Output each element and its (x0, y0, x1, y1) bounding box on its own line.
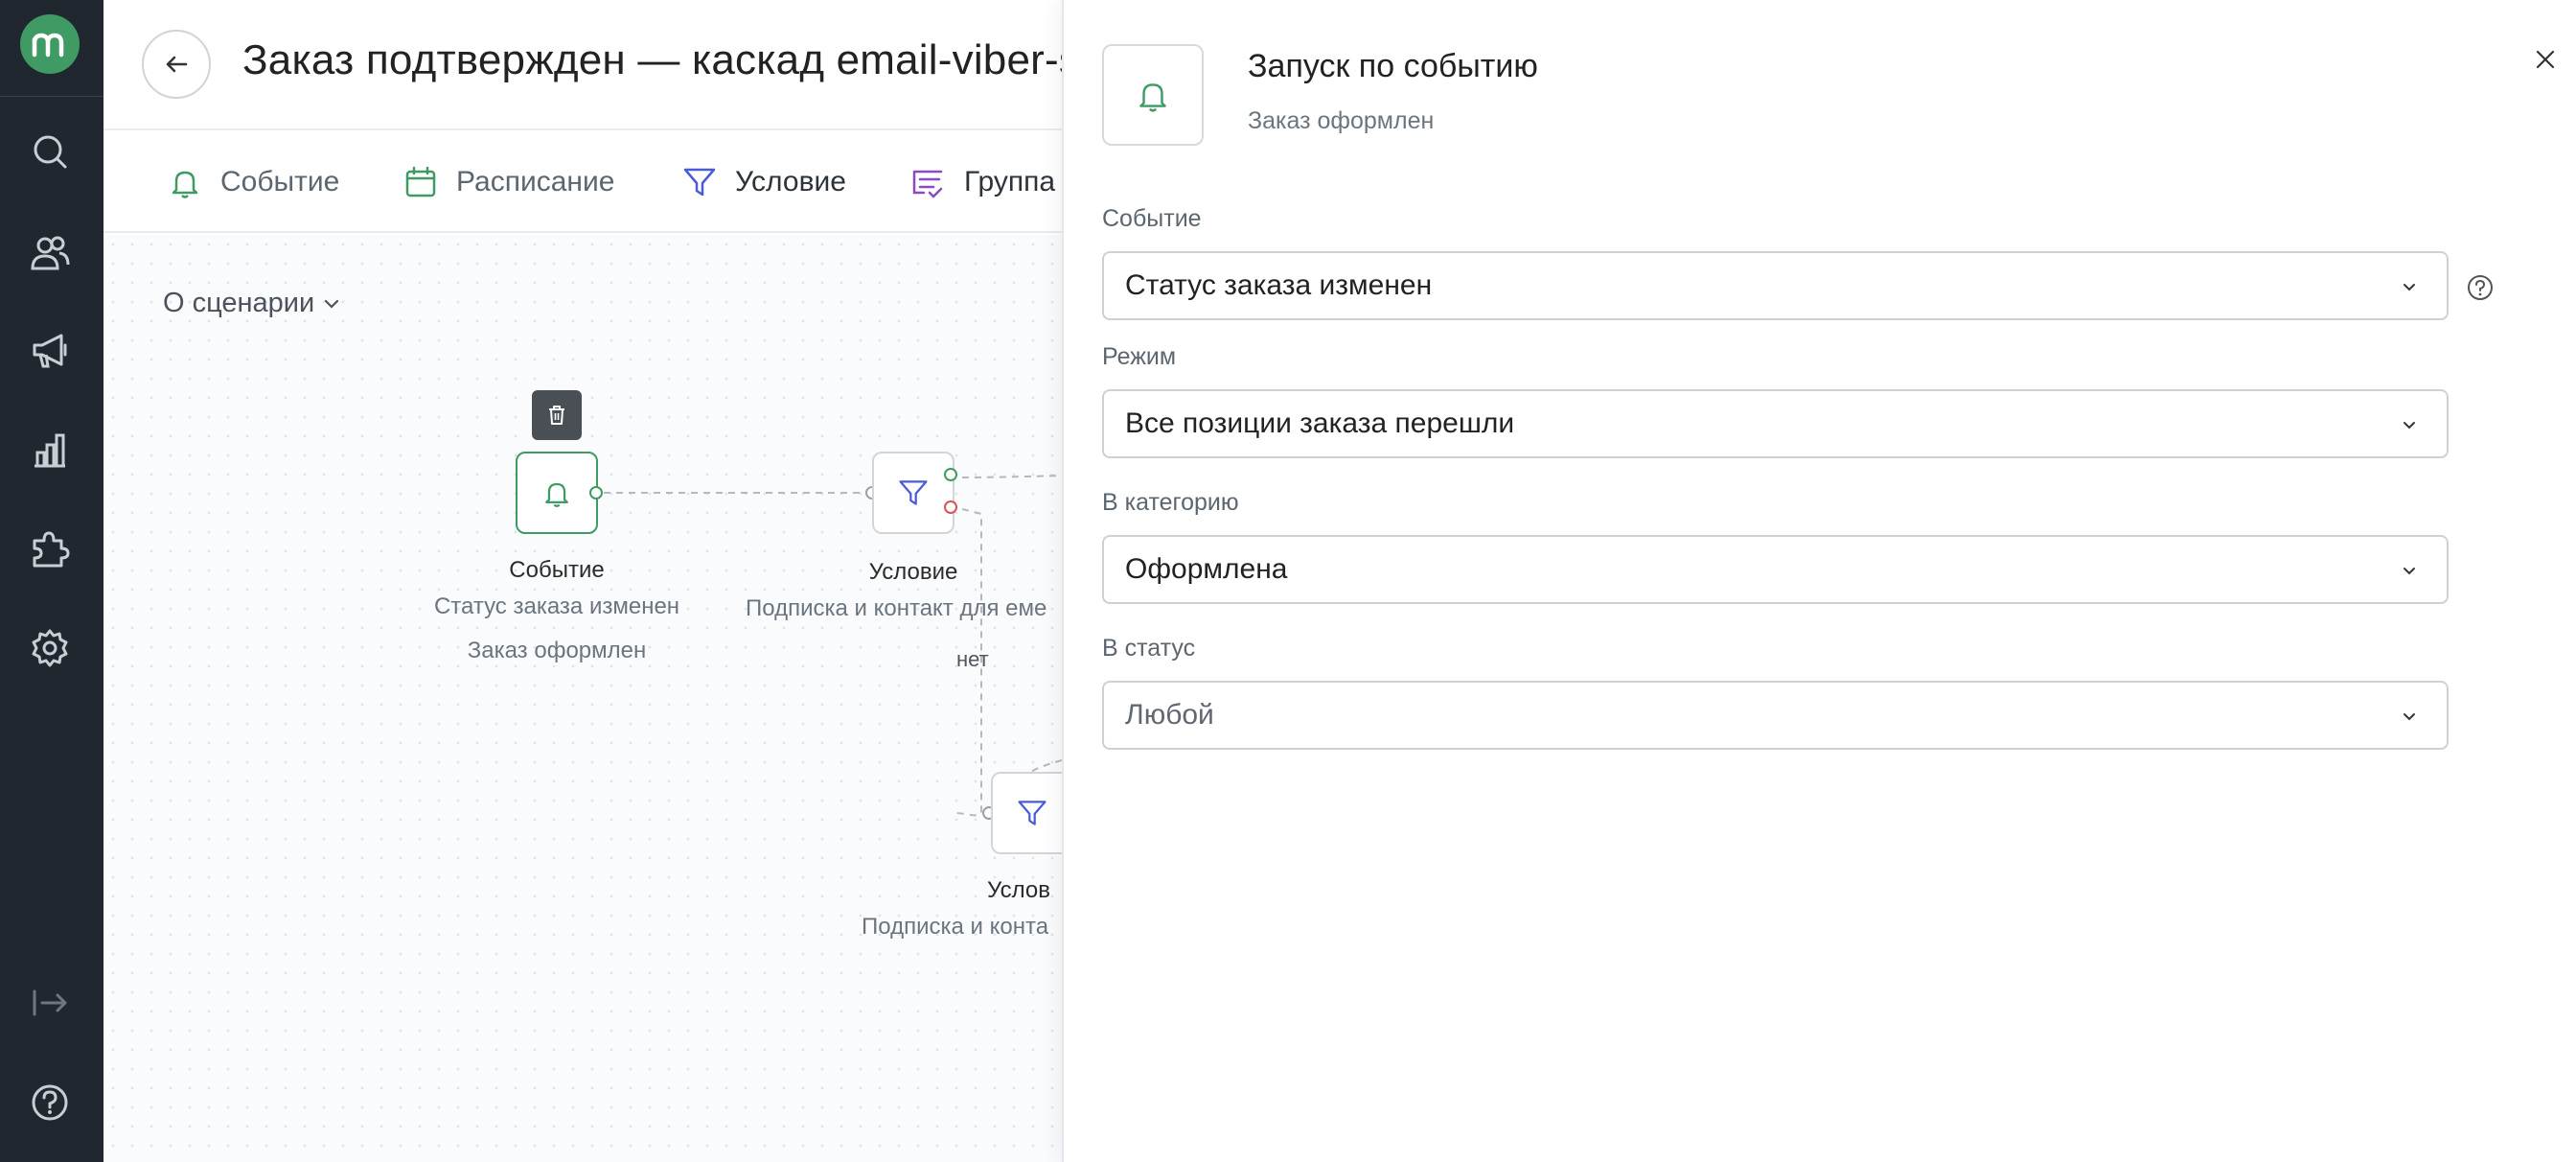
search-icon[interactable] (27, 128, 73, 174)
mode-field-label: Режим (1102, 343, 1177, 370)
settings-gear-icon[interactable] (27, 625, 73, 671)
chevron-down-icon (2404, 284, 2415, 291)
node-toolbar: Событие Расписание Условие Группа (104, 131, 1062, 233)
users-icon[interactable] (27, 230, 73, 276)
mode-select[interactable]: Все позиции заказа перешли (1102, 389, 2449, 458)
logo-icon[interactable] (20, 14, 80, 74)
condition-node-subtitle: Подписка и конта (862, 914, 1049, 940)
condition-node-subtitle: Подписка и контакт для еме (746, 595, 1047, 621)
node-connections (604, 475, 1062, 817)
filter-icon (1018, 801, 1046, 825)
output-port[interactable] (589, 486, 603, 500)
close-icon (2536, 50, 2555, 69)
event-field-label: Событие (1102, 205, 1202, 232)
mode-select-value: Все позиции заказа перешли (1125, 407, 1515, 439)
yes-port[interactable] (944, 468, 957, 481)
delete-node-button[interactable] (532, 390, 582, 440)
analytics-icon[interactable] (27, 428, 73, 474)
collapse-arrow-icon[interactable] (27, 980, 73, 1026)
chevron-down-icon (2404, 713, 2415, 721)
scenario-header: Заказ подтвержден — каскад email-viber-s (104, 0, 1080, 130)
toolbar-item-label: Условие (735, 166, 846, 198)
condition-node-label: Услов (987, 877, 1051, 903)
drawer-title: Запуск по событию (1248, 48, 1538, 84)
trash-icon (549, 406, 564, 425)
calendar-icon (405, 166, 436, 198)
toolbar-item-label: Группа (964, 166, 1056, 198)
toolbar-item-label: Событие (220, 166, 340, 198)
toolbar-item-condition[interactable]: Условие (681, 160, 846, 204)
event-node[interactable] (516, 452, 598, 534)
drawer-subtitle: Заказ оформлен (1248, 107, 1435, 134)
event-select-value: Статус заказа изменен (1125, 269, 1433, 301)
megaphone-icon[interactable] (27, 328, 73, 374)
help-icon[interactable] (27, 1080, 73, 1126)
category-select-value: Оформлена (1125, 553, 1288, 585)
condition-node[interactable] (872, 452, 954, 534)
back-button[interactable] (142, 30, 211, 99)
condition-node[interactable] (991, 772, 1062, 854)
chevron-down-icon (2404, 568, 2415, 575)
left-nav-rail (0, 0, 104, 1162)
toolbar-item-schedule[interactable]: Расписание (402, 160, 614, 204)
close-drawer-button[interactable] (2528, 42, 2563, 77)
chevron-down-icon (2404, 422, 2415, 430)
bell-icon (1139, 83, 1166, 112)
bell-icon (545, 482, 568, 507)
page-title: Заказ подтвержден — каскад email-viber-s (242, 36, 1081, 83)
filter-icon (683, 168, 716, 197)
event-node-label: Событие (509, 557, 605, 583)
event-select[interactable]: Статус заказа изменен (1102, 251, 2449, 320)
node-settings-drawer: Запуск по событию Заказ оформлен Событие… (1062, 0, 2576, 1162)
event-node-subtitle: Заказ оформлен (467, 638, 647, 663)
category-select[interactable]: Оформлена (1102, 535, 2449, 604)
status-select-value: Любой (1125, 699, 1214, 731)
toolbar-item-group[interactable]: Группа (910, 160, 1055, 204)
status-field-label: В статус (1102, 635, 1196, 662)
status-select[interactable]: Любой (1102, 681, 2449, 750)
drawer-node-icon (1102, 44, 1204, 146)
puzzle-icon[interactable] (27, 525, 73, 571)
scenario-canvas[interactable]: О сценарии нет Событие Статус заказа изм… (104, 235, 1062, 1162)
toolbar-item-label: Расписание (456, 166, 615, 198)
condition-node-label: Условие (868, 559, 958, 585)
event-node-subtitle: Статус заказа изменен (433, 593, 680, 619)
category-field-label: В категорию (1102, 489, 1239, 516)
help-circle-icon[interactable] (2465, 272, 2496, 303)
bell-icon (172, 171, 198, 198)
no-port[interactable] (944, 500, 957, 514)
toolbar-item-event[interactable]: Событие (167, 160, 339, 204)
arrow-left-icon (166, 56, 188, 73)
rail-divider (0, 96, 104, 97)
group-icon (912, 170, 943, 198)
filter-icon (899, 480, 928, 505)
edge-no-label: нет (956, 647, 989, 671)
